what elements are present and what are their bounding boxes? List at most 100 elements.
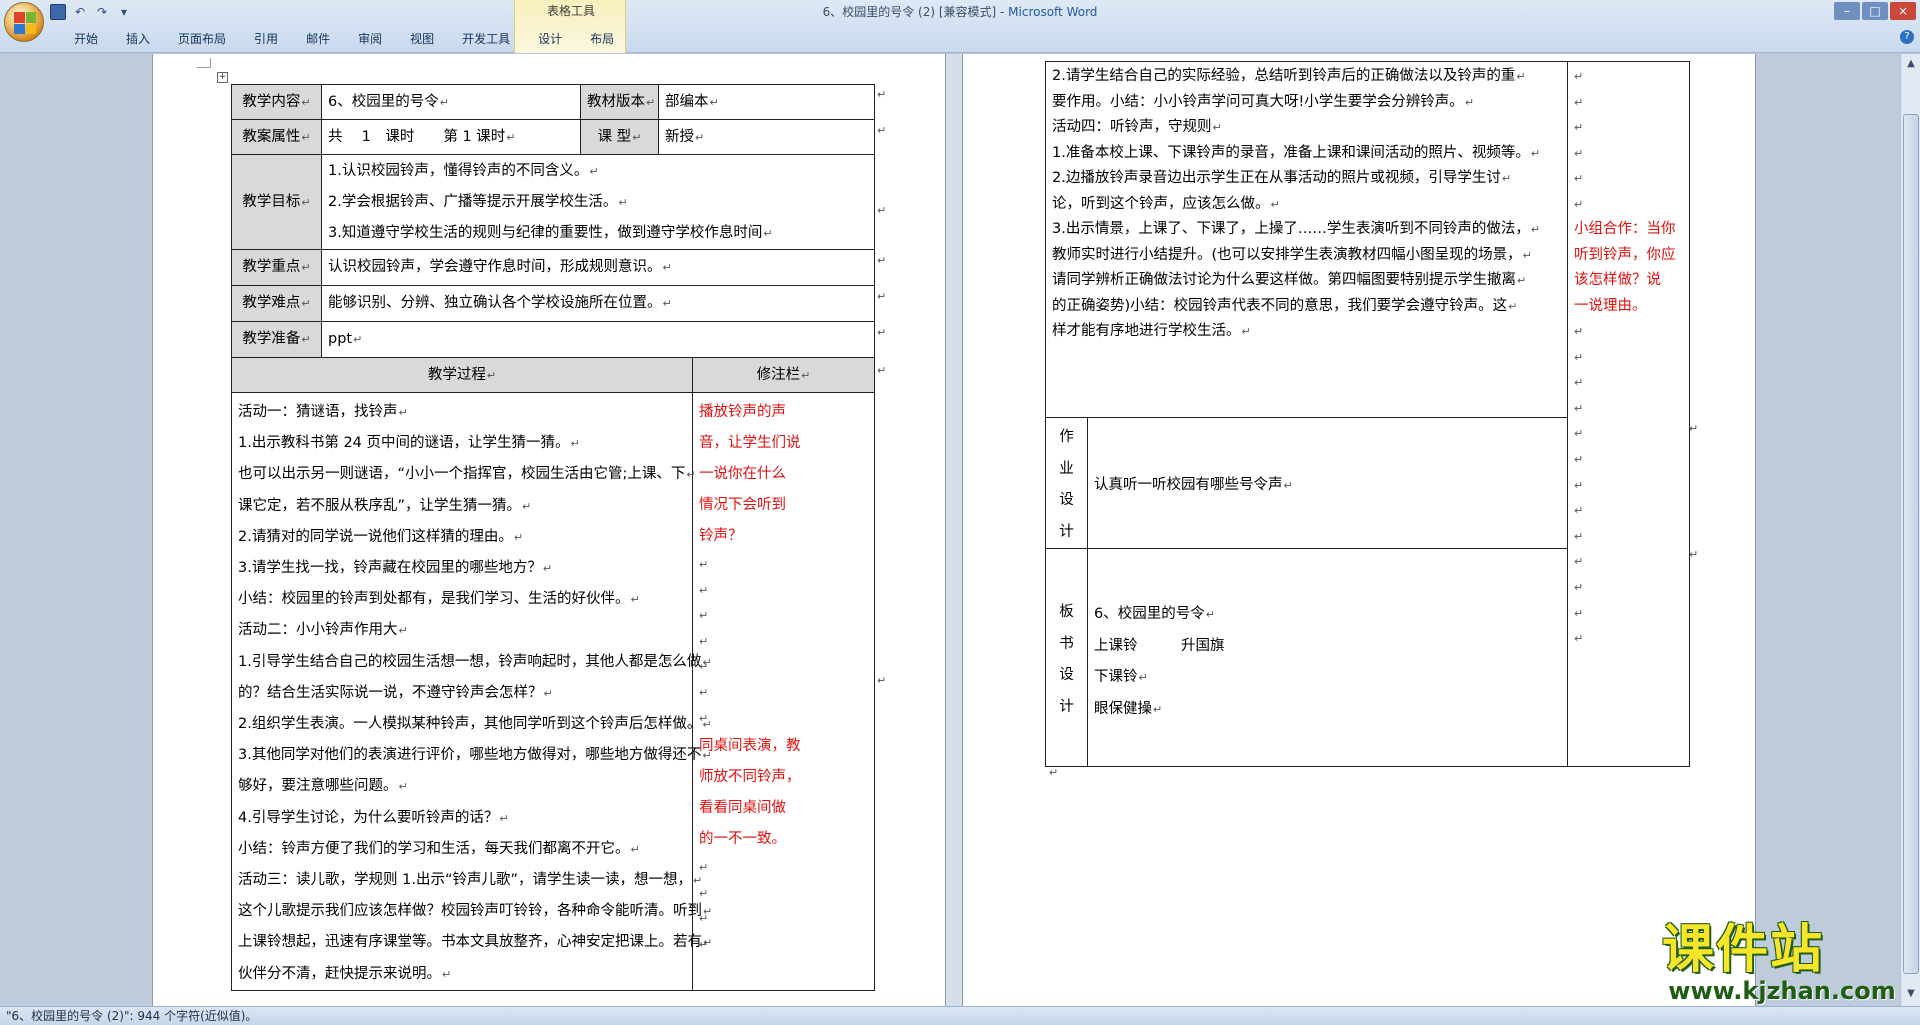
process-content-cell[interactable]: 2.请学生结合自己的实际经验，总结听到铃声后的正确做法以及铃声的重↵ 要作用。小结… [1045,61,1568,418]
paragraph-mark: ↵ [1049,766,1059,779]
scroll-thumb[interactable] [1903,114,1919,974]
row-end-mark: ↵ [1689,422,1699,435]
ribbon-tab[interactable]: 页面布局 [164,29,240,49]
text-line: 3.知道遵守学校生活的规则与纪律的重要性，做到遵守学校作息时间↵ [328,224,773,241]
app-name: Microsoft Word [1008,5,1098,19]
help-icon[interactable]: ? [1900,30,1914,44]
notes-cell[interactable]: 播放铃声的声 音，让学生们说 一说你在什么 情况下会听到 铃声？ ↵ ↵ ↵ ↵ ↵ ↵ ↵ 同桌间表演… [692,392,875,991]
paragraph-mark: ↵ [699,660,709,674]
text-line: 2.请猜对的同学说一说他们这样猜的理由。↵ [238,528,524,545]
text-line: 3.请学生找一找，铃声藏在校园里的哪些地方？↵ [238,560,553,577]
process-header[interactable]: 教学过程↵ [231,357,693,393]
table-row: 2.请学生结合自己的实际经验，总结听到铃声后的正确做法以及铃声的重↵ 要作用。小结… [1045,61,1690,767]
board-design-content[interactable]: 6、校园里的号令↵ 上课铃 升国旗 下课铃↵ 眼保健操↵ [1087,548,1568,767]
label-cell[interactable]: 教学准备↵ [231,321,322,358]
page-right[interactable]: 2.请学生结合自己的实际经验，总结听到铃声后的正确做法以及铃声的重↵ 要作用。小结… [962,54,1756,1006]
homework-label[interactable]: 作业设计 [1045,417,1088,549]
content-cell[interactable]: 1.认识校园铃声，懂得铃声的不同含义。↵ 2.学会根据铃声、广播等提示开展学校生活… [321,154,875,250]
row-end-mark: ↵ [1689,548,1699,561]
ribbon-tab[interactable]: 视图 [396,29,448,49]
paragraph-mark: ↵ [1574,325,1584,338]
minimize-icon[interactable]: – [1834,2,1860,20]
ribbon-tab[interactable]: 开发工具 [448,29,524,49]
paragraph-mark: ↵ [1574,504,1584,518]
text-line: 该怎样做？说 [1574,272,1661,288]
lesson-table-right: 2.请学生结合自己的实际经验，总结听到铃声后的正确做法以及铃声的重↵ 要作用。小结… [1045,61,1690,767]
content-cell[interactable]: 认识校园铃声，学会遵守作息时间，形成规则意识。↵ [321,249,875,286]
text-line: 音，让学生们说 [699,435,801,451]
ribbon-tab[interactable]: 邮件 [292,29,344,49]
scroll-up-icon[interactable]: ▲ [1903,56,1919,72]
text-line: 小结：校园里的铃声到处都有，是我们学习、生活的好伙伴。↵ [238,591,640,608]
window-controls: – □ × [1834,2,1916,20]
label-cell[interactable]: 教学重点↵ [231,249,322,286]
table-move-handle-icon[interactable]: + [217,72,228,83]
table-row: 教学目标↵ 1.认识校园铃声，懂得铃声的不同含义。↵ 2.学会根据铃声、广播等提示… [231,154,875,250]
close-icon[interactable]: × [1890,2,1916,20]
label-char: 设 [1059,667,1074,683]
table-row: 教案属性↵ 共 1 课时 第 1 课时↵ 课 型↵ 新授↵ [231,119,875,155]
board-line: 上课铃 升国旗 [1094,637,1225,654]
text-line: 同桌间表演，教 [699,738,801,755]
text-line: 听到铃声，你应 [1574,246,1676,263]
vertical-scrollbar[interactable]: ▲ ▼ [1900,54,1920,1006]
text-line: 小组合作：当你 [1574,221,1676,237]
text-line: 2.边播放铃声录音边出示学生正在从事活动的照片或视频，引导学生讨↵ [1052,170,1512,186]
label-char: 书 [1059,635,1074,652]
text-line: 伙伴分不清，赶快提示来说明。↵ [238,965,452,982]
ribbon-tab[interactable]: 插入 [112,29,164,49]
text-line: 播放铃声的声 [699,404,786,420]
paragraph-mark: ↵ [699,912,709,926]
text-line: 3.出示情景，上课了、下课了，上操了……学生表演听到不同铃声的做法，↵ [1052,221,1541,237]
content-cell[interactable]: 6、校园里的号令↵ [321,84,581,120]
text-line: 样才能有序地进行学校生活。↵ [1052,323,1251,339]
content-cell[interactable]: 共 1 课时 第 1 课时↵ [321,119,581,155]
notes-header[interactable]: 修注栏↵ [692,357,875,393]
label-cell[interactable]: 教案属性↵ [231,119,322,155]
text-line: 2.学会根据铃声、广播等提示开展学校生活。↵ [328,193,628,210]
paragraph-mark: ↵ [1574,172,1584,185]
table-row: 教学内容↵ 6、校园里的号令↵ 教材版本↵ 部编本↵ [231,84,875,120]
paragraph-mark: ↵ [1574,70,1584,83]
content-cell[interactable]: 新授↵ [658,119,875,155]
paragraph-mark: ↵ [699,583,709,597]
label-cell[interactable]: 教材版本↵ [580,84,659,120]
content-cell[interactable]: 部编本↵ [658,84,875,120]
label-cell[interactable]: 课 型↵ [580,119,659,155]
board-line: 下课铃↵ [1094,669,1148,685]
ribbon-tab[interactable]: 开始 [60,29,112,49]
row-end-mark: ↵ [877,364,887,377]
paragraph-mark: ↵ [1574,632,1584,646]
paragraph-mark: ↵ [1574,401,1584,415]
scroll-down-icon[interactable]: ▼ [1903,986,1919,1002]
label-char: 作 [1059,429,1074,445]
paragraph-mark: ↵ [699,861,709,875]
text-line: 这个儿歌提示我们应该怎样做？校园铃声叮铃铃，各种命令能听清。听到↵ [238,903,713,920]
ribbon-tab[interactable]: 审阅 [344,29,396,49]
row-end-mark: ↵ [877,124,887,137]
label-cell[interactable]: 教学难点↵ [231,285,322,322]
ribbon-tab[interactable]: 设计 [524,29,576,49]
content-cell[interactable]: ppt↵ [321,321,875,358]
board-line: 眼保健操↵ [1094,700,1163,717]
ribbon-tab[interactable]: 引用 [240,29,292,49]
page-left[interactable]: + 教学内容↵ 6、校园里的号令↵ 教材版本↵ 部编本↵ 教案属性↵ 共 1 课… [152,54,946,1006]
paragraph-mark: ↵ [699,711,709,725]
homework-content[interactable]: 认真听一听校园有哪些号令声↵ [1087,417,1568,549]
row-end-mark: ↵ [877,254,887,267]
label-cell[interactable]: 教学目标↵ [231,154,322,250]
label-cell[interactable]: 教学内容↵ [231,84,322,120]
text-line: 论，听到这个铃声，应该怎么做。↵ [1052,195,1280,212]
text-line: 也可以出示另一则谜语，“小小一个指挥官，校园生活由它管;上课、下↵ [238,466,696,483]
paragraph-mark: ↵ [1574,350,1584,364]
content-cell[interactable]: 能够识别、分辨、独立确认各个学校设施所在位置。↵ [321,285,875,322]
watermark-url: www.kjzhan.com [1668,977,1896,1005]
text-line: 活动一：猜谜语，找铃声↵ [238,404,408,420]
word-count-status[interactable]: "6、校园里的号令 (2)": 944 个字符(近似值)。 [6,1009,257,1023]
ribbon-tab[interactable]: 布局 [576,29,628,49]
board-design-label[interactable]: 板书设计 [1045,548,1088,767]
notes-cell[interactable]: ↵ ↵ ↵ ↵ ↵ ↵ 小组合作：当你 听到铃声，你应 该怎样做？说 一说理由。 ↵ ↵ ↵ ↵ ↵ ↵ ↵ ↵ ↵… [1567,61,1690,767]
maximize-icon[interactable]: □ [1862,2,1888,20]
process-content-cell[interactable]: 活动一：猜谜语，找铃声↵ 1.出示教科书第 24 页中间的谜语，让学生猜一猜。↵ 也… [231,392,713,991]
row-end-mark: ↵ [877,326,887,339]
